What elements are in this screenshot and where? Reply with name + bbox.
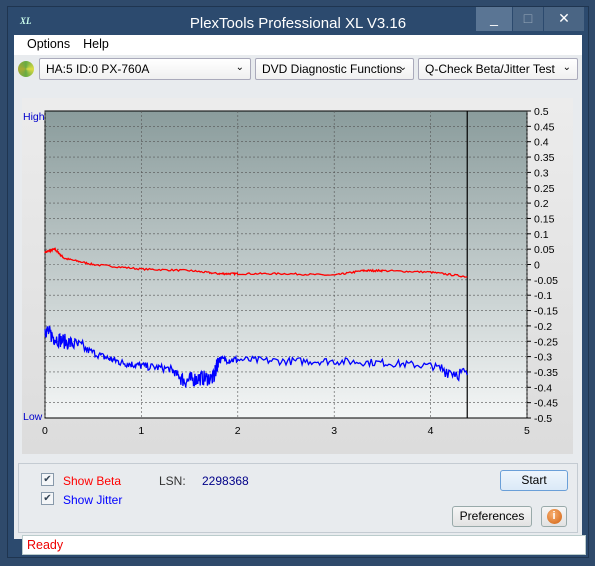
info-button[interactable]: i	[541, 506, 567, 527]
menu-options[interactable]: Options	[14, 35, 77, 51]
y-tick-label: 0.3	[534, 167, 549, 179]
x-tick-label: 0	[42, 425, 48, 437]
y-tick-label: 0.1	[534, 229, 549, 241]
chevron-down-icon: ⌄	[235, 62, 244, 73]
show-jitter-checkbox[interactable]: ✔	[41, 492, 54, 505]
menu-bar: Options Help	[14, 35, 582, 55]
start-button[interactable]: Start	[500, 470, 568, 491]
close-button[interactable]: ✕	[544, 7, 584, 31]
lsn-label: LSN:	[159, 474, 186, 488]
y-tick-label: 0	[534, 260, 540, 272]
maximize-button[interactable]: □	[513, 7, 543, 31]
chart-panel: 0.5 0.45 0.4 0.35 0.3 0.25 0.2 0.15 0.1 0.05 0 -0.0…	[22, 98, 573, 454]
y-tick-label: 0.35	[534, 152, 555, 164]
y-tick-label: 0.45	[534, 121, 555, 133]
drive-value: HA:5 ID:0 PX-760A	[46, 62, 150, 76]
drive-select[interactable]: HA:5 ID:0 PX-760A ⌄	[39, 58, 251, 80]
y-tick-label: 0.5	[534, 106, 549, 118]
x-tick-label: 4	[428, 425, 434, 437]
lsn-value: 2298368	[202, 474, 249, 488]
x-tick-label: 2	[235, 425, 241, 437]
show-jitter-label: Show Jitter	[63, 493, 123, 507]
function-select[interactable]: DVD Diagnostic Functions ⌄	[255, 58, 414, 80]
y-tick-label: 0.15	[534, 213, 555, 225]
show-beta-checkbox[interactable]: ✔	[41, 473, 54, 486]
controls-panel: ✔ Show Beta ✔ Show Jitter LSN: 2298368 S…	[18, 463, 578, 533]
beta-jitter-chart: 0.5 0.45 0.4 0.35 0.3 0.25 0.2 0.15 0.1 0.05 0 -0.0…	[23, 106, 558, 437]
preferences-button[interactable]: Preferences	[452, 506, 532, 527]
y-tick-label: 0.2	[534, 198, 549, 210]
y-tick-label: -0.45	[534, 398, 558, 410]
menu-help[interactable]: Help	[77, 35, 116, 51]
y-tick-label: -0.05	[534, 275, 558, 287]
y-tick-label: -0.1	[534, 290, 552, 302]
y-tick-label: 0.05	[534, 244, 555, 256]
minimize-button[interactable]: _	[476, 7, 512, 31]
y-tick-label: -0.2	[534, 321, 552, 333]
y-tick-label: -0.5	[534, 413, 552, 425]
info-icon: i	[546, 509, 562, 524]
client-area: HA:5 ID:0 PX-760A ⌄ DVD Diagnostic Functi…	[14, 55, 586, 555]
y-tick-label: -0.15	[534, 306, 558, 318]
test-select[interactable]: Q-Check Beta/Jitter Test ⌄	[418, 58, 578, 80]
high-label: High	[23, 111, 45, 123]
disc-icon	[18, 61, 34, 77]
y-tick-label: 0.25	[534, 183, 555, 195]
app-window: XL PlexTools Professional XL V3.16 _ □ ✕…	[7, 6, 589, 558]
y-tick-label: -0.25	[534, 336, 558, 348]
show-beta-label: Show Beta	[63, 474, 122, 488]
test-value: Q-Check Beta/Jitter Test	[425, 62, 555, 76]
x-tick-label: 1	[138, 425, 144, 437]
y-tick-label: 0.4	[534, 137, 549, 149]
y-tick-label: -0.35	[534, 367, 558, 379]
x-tick-label: 5	[524, 425, 530, 437]
function-value: DVD Diagnostic Functions	[262, 62, 403, 76]
low-label: Low	[23, 411, 43, 423]
chevron-down-icon: ⌄	[398, 62, 407, 73]
chevron-down-icon: ⌄	[562, 62, 571, 73]
status-bar: Ready	[22, 535, 586, 555]
y-tick-label: -0.4	[534, 382, 552, 394]
y-tick-label: -0.3	[534, 352, 552, 364]
x-tick-label: 3	[331, 425, 337, 437]
